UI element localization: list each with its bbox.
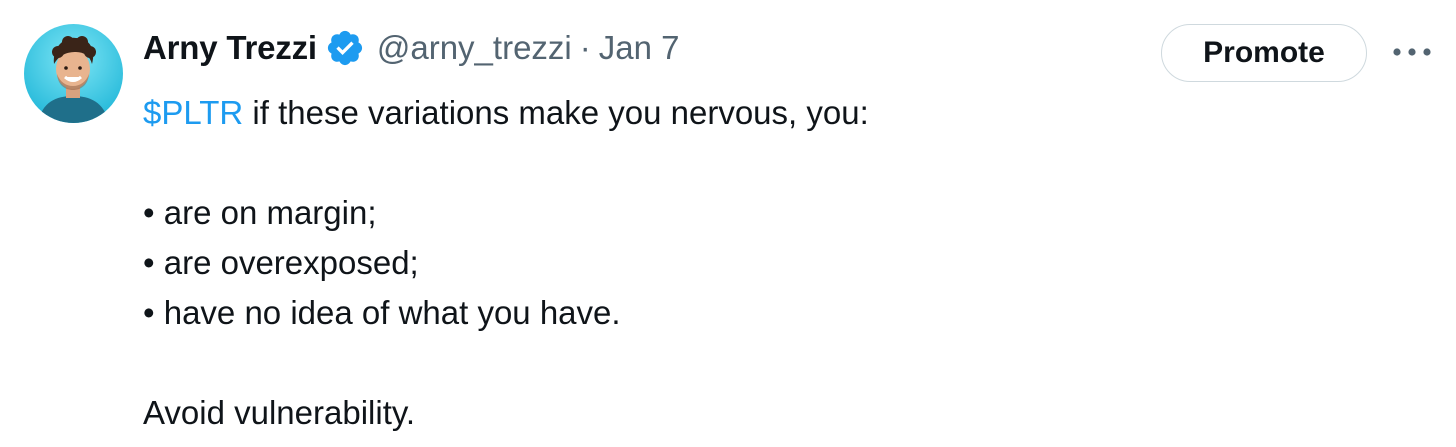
separator-dot: · [579, 29, 591, 66]
tweet-text: $PLTR if these variations make you nervo… [143, 88, 1343, 438]
avatar[interactable] [24, 24, 123, 123]
tweet-header: Arny Trezzi @arny_trezzi · Jan 7 [143, 26, 679, 70]
author-name[interactable]: Arny Trezzi [143, 29, 317, 67]
bullet-item: • have no idea of what you have. [143, 294, 621, 331]
tweet: Arny Trezzi @arny_trezzi · Jan 7 Promote… [0, 0, 1456, 447]
more-options-icon[interactable] [1390, 36, 1434, 68]
bullet-item: • are overexposed; [143, 244, 419, 281]
verified-badge-icon[interactable] [325, 28, 365, 68]
tweet-intro-line: $PLTR if these variations make you nervo… [143, 88, 1343, 138]
promote-button[interactable]: Promote [1161, 24, 1367, 82]
cashtag-link[interactable]: $PLTR [143, 94, 243, 131]
author-handle[interactable]: @arny_trezzi [377, 29, 572, 67]
tweet-closing-line: Avoid vulnerability. [143, 394, 416, 431]
tweet-intro-text: if these variations make you nervous, yo… [243, 94, 869, 131]
avatar-image [24, 24, 123, 123]
tweet-date[interactable]: Jan 7 [599, 29, 680, 67]
bullet-item: • are on margin; [143, 194, 377, 231]
